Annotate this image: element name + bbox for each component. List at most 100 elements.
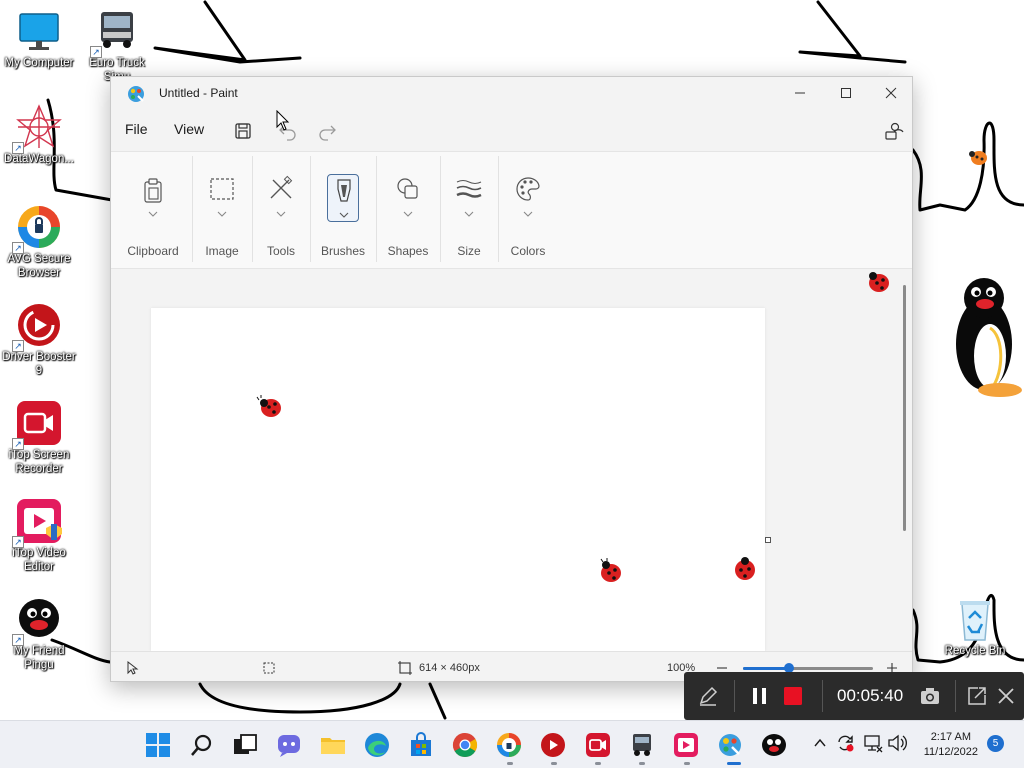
desktop-icon-avg-browser[interactable]: ↗ AVG Secure Browser — [0, 204, 78, 280]
desktop-icon-label: Recycle Bin — [944, 645, 1006, 657]
pen-icon[interactable] — [696, 684, 720, 708]
menu-file[interactable]: File — [125, 121, 148, 137]
brush-icon — [327, 174, 359, 222]
expand-icon[interactable] — [965, 684, 989, 708]
datawagon-icon: ↗ — [12, 104, 62, 154]
close-recorder-icon[interactable] — [994, 684, 1018, 708]
desktop-icon-itop-screen-recorder[interactable]: ↗ iTop Screen Recorder — [0, 400, 78, 476]
desktop-icon-label: My Computer — [4, 57, 74, 69]
stop-record-icon[interactable] — [781, 684, 805, 708]
group-image[interactable]: Image — [194, 152, 250, 270]
file-explorer-icon[interactable] — [320, 732, 346, 758]
active-indicator — [727, 762, 741, 765]
video-editor-icon: ↗ — [12, 498, 62, 548]
title-bar[interactable]: Untitled - Paint — [111, 77, 912, 109]
minimize-icon — [795, 92, 805, 94]
start-icon[interactable] — [145, 732, 171, 758]
search-icon[interactable] — [189, 732, 215, 758]
menu-bar: File View — [111, 110, 912, 147]
clock-time: 2:17 AM — [930, 731, 972, 743]
chevron-up-icon[interactable] — [813, 736, 827, 750]
running-indicator — [684, 762, 690, 765]
desktop-icon-my-friend-pingu[interactable]: ↗ My Friend Pingu — [0, 596, 78, 672]
task-view-icon[interactable] — [232, 732, 258, 758]
redo-icon[interactable] — [315, 119, 339, 143]
shapes-icon — [397, 178, 418, 217]
group-label: Colors — [510, 244, 546, 258]
desktop-icon-euro-truck[interactable]: ↗ Euro Truck Simu — [78, 8, 156, 84]
ribbon-separator — [498, 156, 499, 262]
sync-icon[interactable] — [835, 733, 855, 753]
screen-recorder-taskbar-icon[interactable] — [585, 732, 611, 758]
minimize-button[interactable] — [777, 77, 823, 109]
microsoft-store-icon[interactable] — [408, 732, 434, 758]
pingu-icon: ↗ — [12, 596, 62, 646]
chat-icon[interactable] — [276, 732, 302, 758]
desktop-icon-recycle-bin[interactable]: Recycle Bin — [936, 596, 1014, 658]
canvas-area — [111, 269, 912, 651]
desktop-icon-itop-video-editor[interactable]: ↗ iTop Video Editor — [0, 498, 78, 574]
clock[interactable]: 2:17 AM 11/12/2022 — [924, 730, 978, 760]
running-indicator — [595, 762, 601, 765]
canvas-resize-handle[interactable] — [765, 537, 771, 543]
euro-truck-taskbar-icon[interactable] — [629, 732, 655, 758]
close-icon — [885, 87, 897, 99]
palette-icon — [516, 177, 540, 217]
tools-icon — [270, 175, 293, 217]
pause-icon[interactable] — [748, 684, 772, 708]
group-clipboard[interactable]: Clipboard — [119, 152, 187, 270]
ladybug-image — [735, 557, 755, 580]
group-label: Image — [205, 244, 239, 258]
shortcut-arrow-icon: ↗ — [12, 438, 24, 450]
group-brushes[interactable]: Brushes — [312, 152, 374, 270]
shortcut-arrow-icon: ↗ — [12, 242, 24, 254]
paint-taskbar-icon[interactable] — [717, 732, 743, 758]
save-icon[interactable] — [231, 119, 255, 143]
group-label: Shapes — [387, 244, 429, 258]
vertical-scrollbar[interactable] — [903, 285, 906, 531]
running-indicator — [639, 762, 645, 765]
shortcut-arrow-icon: ↗ — [12, 340, 24, 352]
camera-icon[interactable] — [918, 684, 942, 708]
group-label: Size — [457, 244, 481, 258]
group-shapes[interactable]: Shapes — [378, 152, 438, 270]
clock-date: 11/12/2022 — [923, 746, 978, 758]
maximize-button[interactable] — [823, 77, 869, 109]
desktop-icon-label: My Friend Pingu — [13, 645, 65, 671]
recorder-separator — [822, 680, 823, 712]
ribbon-separator — [310, 156, 311, 262]
selection-size-icon — [263, 662, 275, 674]
edge-icon[interactable] — [364, 732, 390, 758]
truck-icon: ↗ — [90, 8, 140, 58]
drawing-canvas[interactable] — [151, 308, 765, 651]
close-button[interactable] — [868, 77, 912, 109]
desktop-icon-datawagon[interactable]: ↗ DataWagon... — [0, 104, 78, 166]
desktop-icon-driver-booster[interactable]: ↗ Driver Booster 9 — [0, 302, 78, 378]
shortcut-arrow-icon: ↗ — [12, 142, 24, 154]
desktop-icon-label: iTop Screen Recorder — [8, 449, 70, 475]
video-editor-taskbar-icon[interactable] — [673, 732, 699, 758]
avg-browser-taskbar-icon[interactable] — [496, 732, 522, 758]
menu-view[interactable]: View — [174, 121, 204, 137]
notification-badge[interactable]: 5 — [987, 735, 1004, 752]
desktop-icon-label: iTop Video Editor — [12, 547, 66, 573]
paint-app-icon — [128, 86, 144, 102]
recording-timer: 00:05:40 — [837, 686, 904, 705]
pingu-taskbar-icon[interactable] — [761, 732, 787, 758]
driver-booster-taskbar-icon[interactable] — [540, 732, 566, 758]
group-size[interactable]: Size — [442, 152, 496, 270]
recycle-bin-icon — [952, 596, 998, 642]
account-icon[interactable] — [881, 119, 905, 143]
running-indicator — [551, 762, 557, 765]
recorder-separator — [955, 680, 956, 712]
clipboard-icon — [144, 178, 162, 217]
chrome-icon[interactable] — [452, 732, 478, 758]
group-tools[interactable]: Tools — [254, 152, 308, 270]
zoom-slider[interactable] — [743, 663, 873, 673]
taskbar: 2:17 AM 11/12/2022 — [0, 720, 1024, 768]
desktop-icon-label: DataWagon... — [4, 153, 74, 165]
volume-icon[interactable] — [887, 733, 907, 753]
desktop-icon-my-computer[interactable]: My Computer — [0, 8, 78, 70]
network-icon[interactable] — [863, 733, 883, 753]
group-colors[interactable]: Colors — [500, 152, 556, 270]
